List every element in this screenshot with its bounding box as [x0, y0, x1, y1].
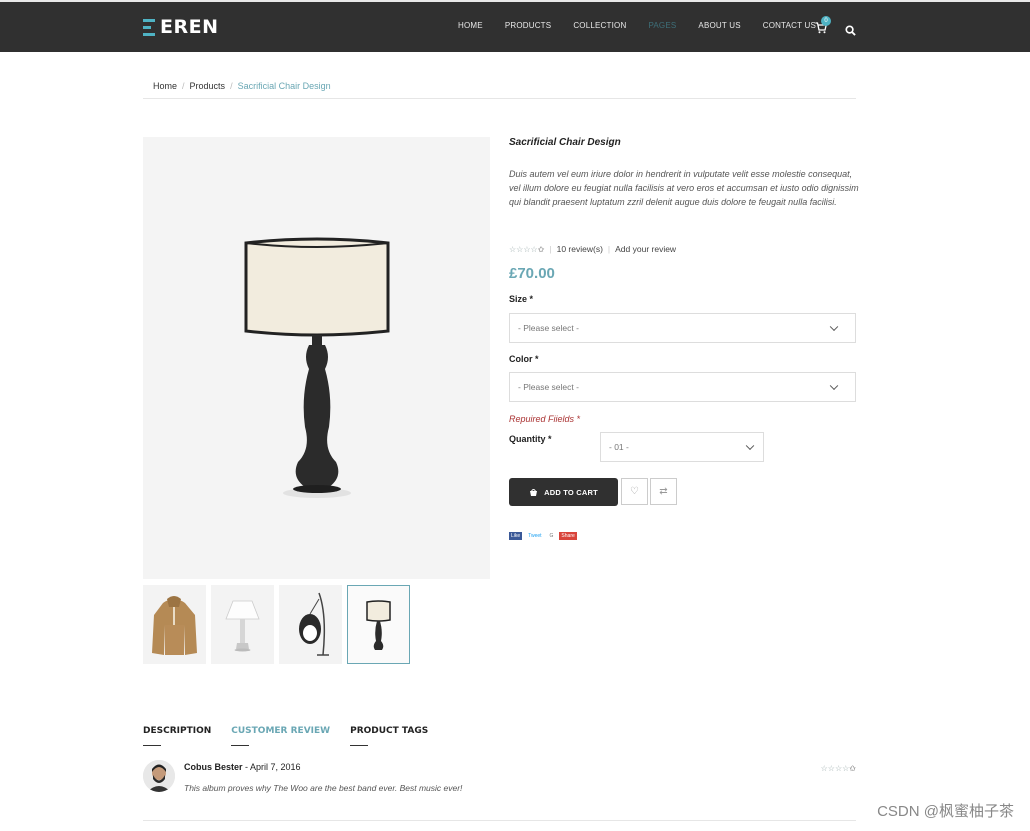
heart-icon: ♡ — [630, 486, 639, 497]
color-label: Color * — [509, 354, 539, 364]
product-description: Duis autem vel eum iriure dolor in hendr… — [509, 169, 859, 208]
wishlist-button[interactable]: ♡ — [621, 478, 648, 505]
breadcrumb-home[interactable]: Home — [153, 81, 177, 91]
reviewer-avatar-image — [143, 760, 175, 792]
breadcrumb-divider — [143, 98, 856, 99]
nav-contact-us[interactable]: CONTACT US — [763, 21, 816, 30]
google-plus-button[interactable]: G — [547, 532, 556, 540]
logo-mark-icon — [143, 18, 155, 36]
color-select[interactable]: - Please select - — [509, 372, 856, 402]
logo-text: EREN — [160, 16, 219, 38]
white-lamp-image — [225, 600, 260, 652]
tweet-button[interactable]: Tweet — [526, 532, 544, 540]
product-price: £70.00 — [509, 265, 555, 282]
main-nav: HOME PRODUCTS COLLECTION PAGES ABOUT US … — [458, 21, 838, 30]
thumbnail-white-lamp[interactable] — [211, 585, 274, 664]
top-navbar: EREN HOME PRODUCTS COLLECTION PAGES ABOU… — [0, 0, 1030, 52]
breadcrumb-separator: / — [182, 81, 185, 91]
jacket-image — [152, 596, 197, 655]
size-label: Size * — [509, 294, 534, 304]
rating-stars-icon: ☆☆☆☆✩ — [509, 244, 545, 254]
breadcrumb-products[interactable]: Products — [190, 81, 226, 91]
thumbnail-jacket[interactable] — [143, 585, 206, 664]
thumbnail-strip — [143, 585, 410, 664]
review-divider — [143, 820, 856, 821]
thumbnail-black-lamp[interactable] — [347, 585, 410, 664]
social-share-bar: Like Tweet G Share — [509, 532, 577, 540]
chevron-down-icon — [829, 381, 839, 391]
breadcrumb: Home / Products / Sacrificial Chair Desi… — [153, 81, 331, 91]
tab-customer-review[interactable]: CUSTOMER REVIEW — [231, 726, 330, 746]
share-button[interactable]: Share — [559, 532, 577, 540]
lamp-image — [244, 237, 390, 498]
search-button[interactable] — [845, 23, 857, 36]
search-icon — [845, 25, 856, 36]
cart-count-badge: 0 — [821, 16, 831, 26]
size-select-value: - Please select - — [518, 323, 579, 333]
hanging-chair-image — [299, 592, 329, 656]
review-stars-icon: ☆☆☆☆✩ — [820, 764, 856, 773]
black-lamp-thumb-image — [366, 600, 391, 650]
product-tabs: DESCRIPTION CUSTOMER REVIEW PRODUCT TAGS — [143, 726, 448, 746]
review-author-line: Cobus Bester - April 7, 2016 — [184, 762, 301, 772]
required-fields-note: Repuired Fiields * — [509, 414, 581, 424]
rating-separator: | — [607, 244, 611, 254]
rating-separator: | — [549, 244, 552, 254]
nav-home[interactable]: HOME — [458, 21, 483, 30]
facebook-like-button[interactable]: Like — [509, 532, 523, 540]
quantity-select-value: - 01 - — [609, 442, 629, 452]
add-to-cart-button[interactable]: ADD TO CART — [509, 478, 618, 506]
review-text: This album proves why The Woo are the be… — [184, 783, 463, 793]
tab-product-tags[interactable]: PRODUCT TAGS — [350, 726, 428, 746]
cart-button[interactable]: 0 — [815, 16, 831, 35]
size-select[interactable]: - Please select - — [509, 313, 856, 343]
compare-arrows-icon: ⇄ — [659, 486, 668, 497]
nav-products[interactable]: PRODUCTS — [505, 21, 552, 30]
chevron-down-icon — [745, 441, 755, 451]
avatar — [143, 760, 175, 792]
color-select-value: - Please select - — [518, 382, 579, 392]
review-date: - April 7, 2016 — [242, 762, 301, 772]
nav-about-us[interactable]: ABOUT US — [698, 21, 740, 30]
main-product-image[interactable] — [143, 137, 490, 579]
product-title: Sacrificial Chair Design — [509, 137, 621, 148]
site-logo[interactable]: EREN — [143, 16, 219, 38]
nav-collection[interactable]: COLLECTION — [573, 21, 626, 30]
thumbnail-hanging-chair[interactable] — [279, 585, 342, 664]
review-author: Cobus Bester — [184, 762, 243, 772]
breadcrumb-current: Sacrificial Chair Design — [237, 81, 331, 91]
add-review-link[interactable]: Add your review — [615, 244, 676, 254]
rating-row: ☆☆☆☆✩ | 10 review(s) | Add your review — [509, 244, 676, 254]
basket-icon — [530, 488, 538, 496]
nav-pages[interactable]: PAGES — [648, 21, 676, 30]
breadcrumb-separator: / — [230, 81, 233, 91]
chevron-down-icon — [829, 322, 839, 332]
quantity-select[interactable]: - 01 - — [600, 432, 764, 462]
quantity-label: Quantity * — [509, 434, 552, 444]
tab-description[interactable]: DESCRIPTION — [143, 726, 211, 746]
add-to-cart-label: ADD TO CART — [544, 487, 598, 497]
watermark-text: CSDN @枫蜜柚子茶 — [877, 803, 1014, 820]
reviews-count-link[interactable]: 10 review(s) — [557, 244, 603, 254]
compare-button[interactable]: ⇄ — [650, 478, 677, 505]
